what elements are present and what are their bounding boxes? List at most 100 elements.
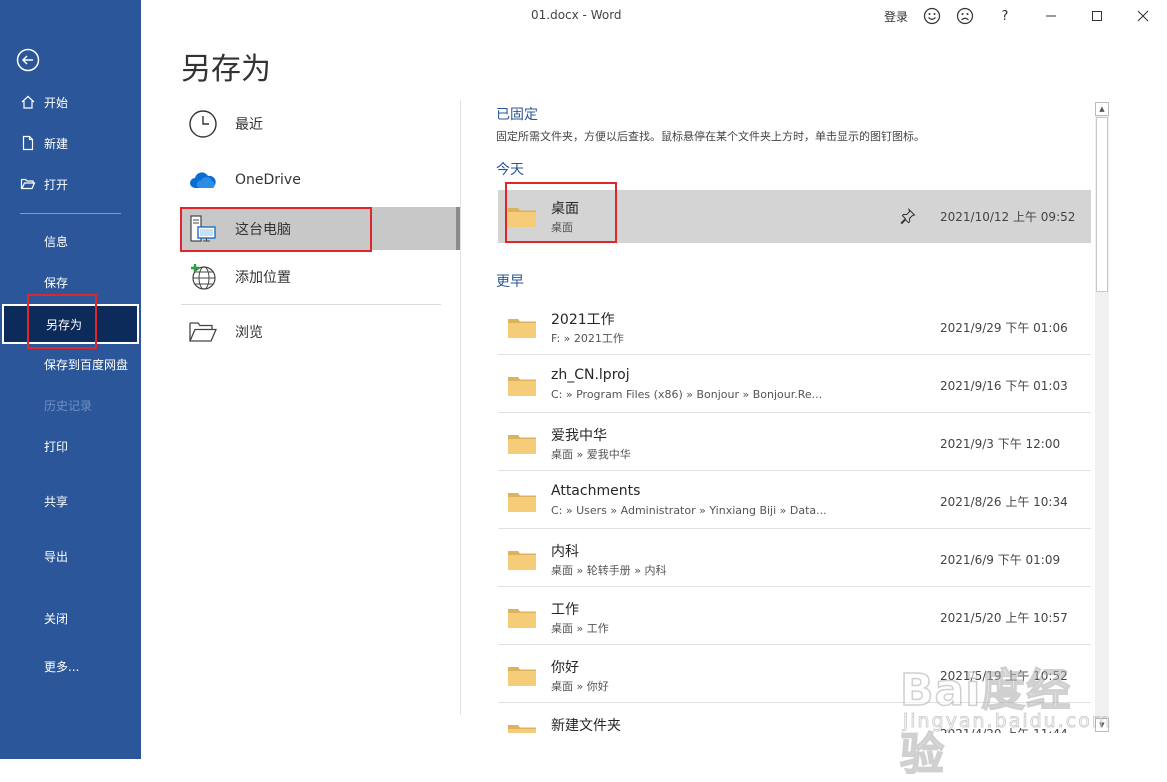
folder-name: 你好 (551, 660, 579, 676)
frown-icon[interactable] (955, 6, 975, 26)
window-title: 01.docx - Word (531, 8, 622, 22)
folder-date: 2021/10/12 上午 09:52 (940, 210, 1076, 224)
nav-save[interactable]: 保存 (0, 262, 141, 302)
nav-print[interactable]: 打印 (0, 426, 141, 466)
nav-home-label: 开始 (44, 95, 69, 110)
row-divider (498, 470, 1091, 471)
nav-save-as-label: 另存为 (46, 317, 83, 332)
maximize-icon[interactable] (1087, 6, 1107, 26)
clock-icon (188, 109, 218, 139)
pinned-description: 固定所需文件夹，方便以后查找。鼠标悬停在某个文件夹上方时，单击显示的图钉图标。 (496, 130, 925, 143)
folder-icon (508, 664, 536, 686)
location-onedrive[interactable]: OneDrive (181, 158, 460, 202)
folder-icon (508, 490, 536, 512)
location-recent[interactable]: 最近 (181, 102, 460, 146)
nav-more-label: 更多... (44, 659, 80, 674)
folder-date: 2021/9/29 下午 01:06 (940, 321, 1068, 335)
nav-history: 历史记录 (0, 385, 141, 425)
nav-info[interactable]: 信息 (0, 221, 141, 261)
nav-share-label: 共享 (44, 494, 69, 509)
row-divider (498, 702, 1091, 703)
back-arrow-icon[interactable] (16, 48, 40, 72)
folder-date: 2021/6/9 下午 01:09 (940, 553, 1061, 567)
folder-date: 2021/9/3 下午 12:00 (940, 437, 1061, 451)
home-icon (20, 94, 36, 110)
nav-more[interactable]: 更多... (0, 646, 141, 686)
folder-row[interactable]: 工作 桌面 » 工作 2021/5/20 上午 10:57 (498, 591, 1091, 644)
scroll-thumb[interactable] (1096, 117, 1108, 292)
folder-date: 2021/8/26 上午 10:34 (940, 495, 1068, 509)
page-title: 另存为 (181, 52, 271, 87)
nav-close-label: 关闭 (44, 611, 69, 626)
nav-save-to-baidu[interactable]: 保存到百度网盘 (0, 344, 141, 384)
new-document-icon (20, 135, 36, 151)
nav-export[interactable]: 导出 (0, 536, 141, 576)
today-section-title: 今天 (496, 162, 524, 178)
nav-open[interactable]: 打开 (0, 164, 141, 204)
smile-icon[interactable] (922, 6, 942, 26)
nav-new[interactable]: 新建 (0, 123, 141, 163)
folder-path: 桌面 » 爱我中华 (551, 448, 631, 461)
nav-close[interactable]: 关闭 (0, 598, 141, 638)
nav-save-as[interactable]: 另存为 (2, 304, 139, 344)
folder-path: 桌面 » 工作 (551, 622, 609, 635)
scroll-up-arrow-icon[interactable]: ▲ (1095, 102, 1109, 116)
nav-print-label: 打印 (44, 439, 69, 454)
folder-date: 2021/5/19 上午 10:52 (940, 669, 1068, 683)
folder-date: 2021/5/20 上午 10:57 (940, 611, 1068, 625)
location-browse-label: 浏览 (235, 325, 263, 341)
location-onedrive-label: OneDrive (235, 172, 301, 188)
folder-date: 2021/9/16 下午 01:03 (940, 379, 1068, 393)
folder-icon (508, 374, 536, 396)
pin-icon[interactable] (900, 207, 916, 225)
scroll-down-arrow-icon[interactable]: ▼ (1095, 718, 1109, 732)
open-folder-icon (20, 176, 36, 192)
folder-row[interactable]: zh_CN.lproj C: » Program Files (x86) » B… (498, 359, 1091, 412)
folder-path: F: » 2021工作 (551, 332, 624, 345)
minimize-icon[interactable] (1041, 6, 1061, 26)
last-row-visible (498, 707, 1091, 733)
nav-new-label: 新建 (44, 136, 69, 151)
folder-name: 桌面 (551, 201, 579, 217)
nav-export-label: 导出 (44, 549, 69, 564)
nav-share[interactable]: 共享 (0, 481, 141, 521)
location-this-pc[interactable]: 这台电脑 (181, 207, 460, 250)
folder-name: 内科 (551, 544, 579, 560)
folder-path: 桌面 (551, 221, 573, 234)
folder-icon (508, 432, 536, 454)
folder-row[interactable]: 你好 桌面 » 你好 2021/5/19 上午 10:52 (498, 649, 1091, 702)
folder-row[interactable]: 内科 桌面 » 轮转手册 » 内科 2021/6/9 下午 01:09 (498, 533, 1091, 586)
folder-list-scrollbar[interactable]: ▲ ▼ (1095, 102, 1109, 732)
folder-row[interactable]: Attachments C: » Users » Administrator »… (498, 475, 1091, 528)
folder-name: 爱我中华 (551, 428, 607, 444)
folder-path: C: » Users » Administrator » Yinxiang Bi… (551, 504, 827, 517)
folder-path: 桌面 » 轮转手册 » 内科 (551, 564, 667, 577)
folder-row[interactable]: 爱我中华 桌面 » 爱我中华 2021/9/3 下午 12:00 (498, 417, 1091, 470)
folder-icon (508, 205, 536, 227)
folder-icon (508, 316, 536, 338)
folder-path: 桌面 » 你好 (551, 680, 609, 693)
row-divider (498, 354, 1091, 355)
folder-name: 2021工作 (551, 312, 615, 328)
nav-history-label: 历史记录 (44, 398, 93, 413)
cloud-icon (188, 165, 218, 195)
globe-add-icon (188, 262, 218, 292)
backstage-sidebar: 开始 新建 打开 信息 保存 另存为 保存到百度网盘 历史记录 打印 共享 导出… (0, 0, 141, 759)
row-divider (498, 528, 1091, 529)
help-button[interactable]: ? (995, 6, 1015, 26)
folder-path: C: » Program Files (x86) » Bonjour » Bon… (551, 388, 823, 401)
close-icon[interactable] (1133, 6, 1153, 26)
sign-in-link[interactable]: 登录 (884, 8, 908, 25)
location-recent-label: 最近 (235, 117, 263, 133)
list-clip-mask (461, 733, 1095, 759)
folder-row[interactable]: 2021工作 F: » 2021工作 2021/9/29 下午 01:06 (498, 301, 1091, 354)
location-add-place[interactable]: 添加位置 (181, 255, 460, 299)
folder-row-desktop[interactable]: 桌面 桌面 2021/10/12 上午 09:52 (498, 190, 1091, 243)
locations-divider (181, 304, 441, 305)
location-browse[interactable]: 浏览 (181, 310, 460, 354)
nav-home[interactable]: 开始 (0, 82, 141, 122)
row-divider (498, 586, 1091, 587)
folder-icon (508, 548, 536, 570)
nav-divider (20, 213, 121, 214)
nav-info-label: 信息 (44, 234, 69, 249)
